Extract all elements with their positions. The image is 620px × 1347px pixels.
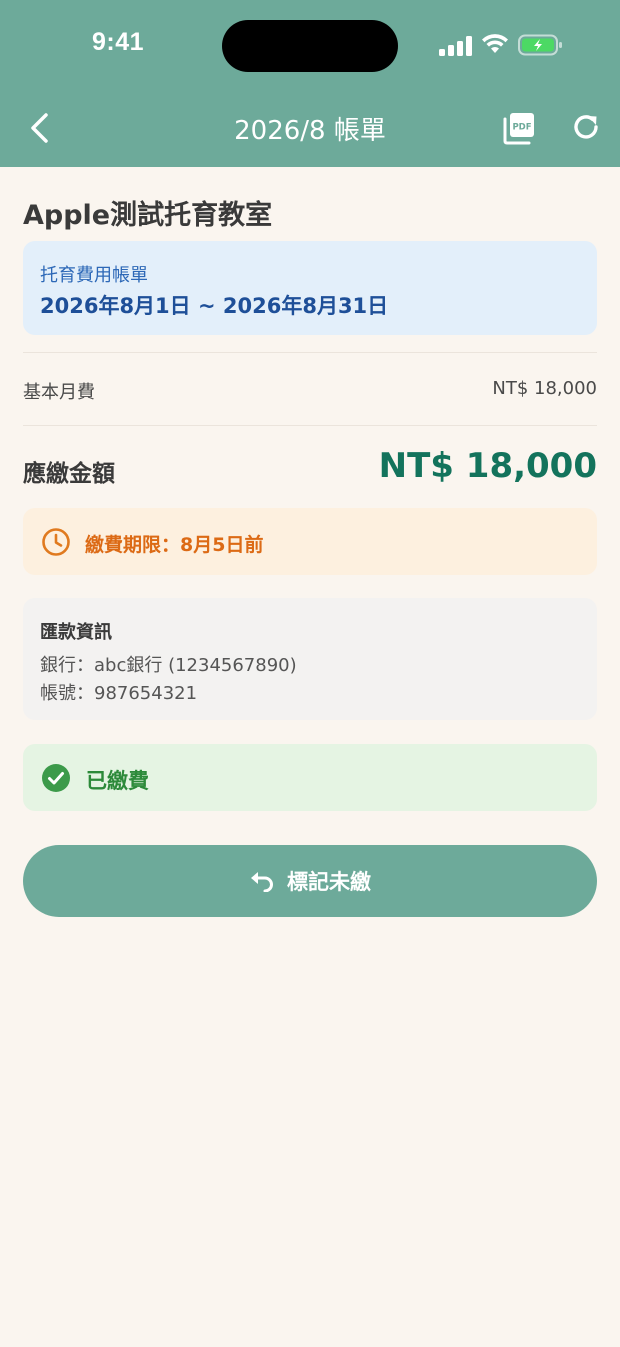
remittance-info-card: 匯款資訊 銀行：abc銀行 (1234567890) 帳號：987654321 <box>23 598 597 720</box>
school-name: Apple測試托育教室 <box>23 200 273 231</box>
mark-unpaid-button[interactable]: 標記未繳 <box>23 845 597 917</box>
billing-period-range: 2026年8月1日 ~ 2026年8月31日 <box>40 294 389 318</box>
payment-deadline-card: 繳費期限：8月5日前 <box>23 508 597 575</box>
amount-due-value: NT$ 18,000 <box>378 446 597 486</box>
wifi-icon <box>482 34 508 53</box>
payment-deadline-text: 繳費期限：8月5日前 <box>85 534 264 556</box>
base-fee-value: NT$ 18,000 <box>492 378 597 399</box>
mark-unpaid-label: 標記未繳 <box>287 870 371 894</box>
divider <box>23 425 597 426</box>
mark-unpaid-button-content: 標記未繳 <box>23 845 597 917</box>
billing-period-label: 托育費用帳單 <box>40 265 148 286</box>
pdf-icon-text: PDF <box>512 123 531 133</box>
cellular-signal-icon <box>439 36 472 56</box>
clock-icon <box>42 528 70 556</box>
back-chevron-icon[interactable] <box>24 108 58 148</box>
bank-name-line: 銀行：abc銀行 (1234567890) <box>40 655 297 676</box>
amount-due-label: 應繳金額 <box>23 461 115 487</box>
payment-status-card: 已繳費 <box>23 744 597 811</box>
base-fee-label: 基本月費 <box>23 382 95 403</box>
refresh-icon[interactable] <box>570 110 602 144</box>
account-number-line: 帳號：987654321 <box>40 683 198 704</box>
page-title: 2026/8 帳單 <box>234 116 386 146</box>
pdf-icon[interactable]: PDF <box>502 110 536 146</box>
battery-icon <box>518 34 562 56</box>
status-time: 9:41 <box>92 28 145 56</box>
app-header: 9:41 2026/8 帳單 PDF <box>0 0 620 167</box>
remittance-info-title: 匯款資訊 <box>40 622 112 643</box>
divider <box>23 352 597 353</box>
check-circle-icon <box>42 764 70 792</box>
billing-period-card: 托育費用帳單 2026年8月1日 ~ 2026年8月31日 <box>23 241 597 335</box>
undo-icon <box>251 872 273 892</box>
paid-status-label: 已繳費 <box>86 769 149 793</box>
dynamic-island <box>222 20 398 72</box>
